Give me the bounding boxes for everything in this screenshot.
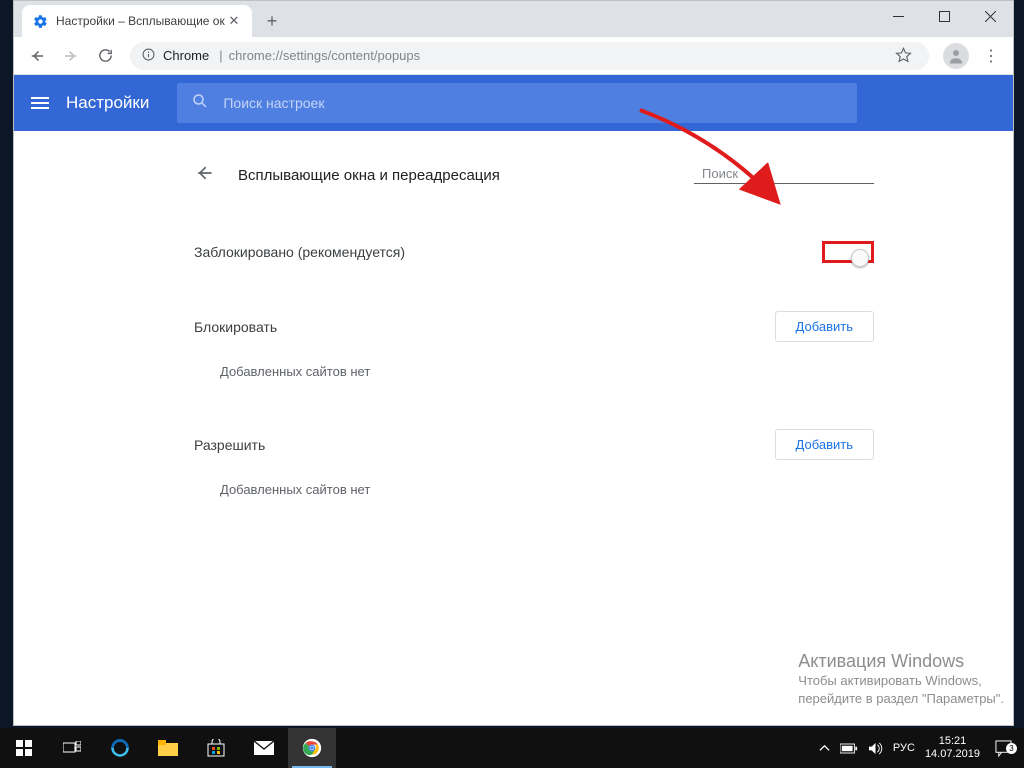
block-add-button[interactable]: Добавить — [775, 311, 874, 342]
omnibox-url: chrome://settings/content/popups — [229, 48, 421, 63]
site-info-icon[interactable] — [142, 48, 155, 64]
watermark-title: Активация Windows — [798, 652, 1004, 670]
tray-clock[interactable]: 15:21 14.07.2019 — [925, 735, 980, 761]
address-bar[interactable]: Chrome | chrome://settings/content/popup… — [130, 42, 929, 70]
allow-section-header: Разрешить Добавить — [194, 429, 874, 460]
hamburger-icon — [31, 97, 49, 109]
allow-empty-text: Добавленных сайтов нет — [194, 460, 874, 507]
tray-chevron-up-icon[interactable] — [819, 743, 830, 754]
chrome-window: Настройки – Всплывающие ок ✕ + — [13, 0, 1014, 726]
omnibox-scheme: Chrome — [163, 48, 209, 63]
toggle-knob — [851, 249, 869, 267]
tab-title: Настройки – Всплывающие ок — [56, 14, 225, 28]
block-section-title: Блокировать — [194, 319, 277, 335]
settings-search-input[interactable] — [223, 95, 843, 111]
titlebar: Настройки – Всплывающие ок ✕ + — [14, 1, 1013, 37]
taskview-button[interactable] — [48, 728, 96, 768]
bookmark-star-icon[interactable] — [889, 42, 917, 70]
watermark-line2: Чтобы активировать Windows, — [798, 672, 1004, 690]
settings-page: Настройки Всплывающие окна и переадрес — [14, 75, 1013, 725]
chrome-menu-button[interactable]: ⋮ — [977, 42, 1005, 70]
browser-toolbar: Chrome | chrome://settings/content/popup… — [14, 37, 1013, 75]
annotation-highlight-box — [822, 241, 874, 263]
tray-volume-icon[interactable] — [868, 742, 883, 755]
tray-time: 15:21 — [925, 735, 980, 748]
settings-header: Настройки — [14, 75, 1013, 131]
notification-badge: 3 — [1006, 743, 1017, 754]
blocked-toggle-row: Заблокировано (рекомендуется) — [194, 221, 874, 283]
window-maximize-button[interactable] — [921, 1, 967, 31]
nav-back-button[interactable] — [22, 41, 52, 71]
settings-content: Всплывающие окна и переадресация Заблоки… — [194, 131, 874, 725]
back-arrow-button[interactable] — [194, 163, 216, 188]
windows-taskbar: РУС 15:21 14.07.2019 3 — [0, 728, 1024, 768]
settings-app-title: Настройки — [66, 93, 149, 113]
system-tray: РУС 15:21 14.07.2019 3 — [819, 728, 1024, 768]
watermark-line3: перейдите в раздел "Параметры". — [798, 690, 1004, 708]
tab-favicon-settings-icon — [32, 13, 48, 29]
page-search-input[interactable] — [702, 166, 878, 181]
start-button[interactable] — [0, 728, 48, 768]
page-title: Всплывающие окна и переадресация — [238, 167, 500, 184]
windows-activation-watermark: Активация Windows Чтобы активировать Win… — [798, 652, 1004, 708]
new-tab-button[interactable]: + — [258, 7, 286, 35]
page-header-row: Всплывающие окна и переадресация — [194, 155, 874, 195]
taskbar-store-icon[interactable] — [192, 728, 240, 768]
window-close-button[interactable] — [967, 1, 1013, 31]
search-icon — [191, 92, 209, 115]
tray-notifications-icon[interactable]: 3 — [990, 740, 1016, 757]
tab-close-icon[interactable]: ✕ — [226, 13, 242, 29]
nav-forward-button[interactable] — [56, 41, 86, 71]
window-minimize-button[interactable] — [875, 1, 921, 31]
block-section-header: Блокировать Добавить — [194, 311, 874, 342]
tray-date: 14.07.2019 — [925, 748, 980, 761]
settings-search-box[interactable] — [177, 83, 857, 123]
tray-battery-icon[interactable] — [840, 743, 858, 754]
page-search-box[interactable] — [694, 166, 874, 184]
blocked-label: Заблокировано (рекомендуется) — [194, 244, 405, 260]
settings-menu-button[interactable] — [14, 97, 66, 109]
allow-section-title: Разрешить — [194, 437, 265, 453]
browser-tab[interactable]: Настройки – Всплывающие ок ✕ — [22, 5, 252, 37]
allow-add-button[interactable]: Добавить — [775, 429, 874, 460]
block-empty-text: Добавленных сайтов нет — [194, 342, 874, 389]
profile-avatar-button[interactable] — [943, 43, 969, 69]
taskbar-explorer-icon[interactable] — [144, 728, 192, 768]
settings-body: Всплывающие окна и переадресация Заблоки… — [14, 131, 1013, 725]
taskbar-mail-icon[interactable] — [240, 728, 288, 768]
tray-language[interactable]: РУС — [893, 742, 915, 754]
nav-reload-button[interactable] — [90, 41, 120, 71]
taskbar-edge-icon[interactable] — [96, 728, 144, 768]
taskbar-chrome-icon[interactable] — [288, 728, 336, 768]
